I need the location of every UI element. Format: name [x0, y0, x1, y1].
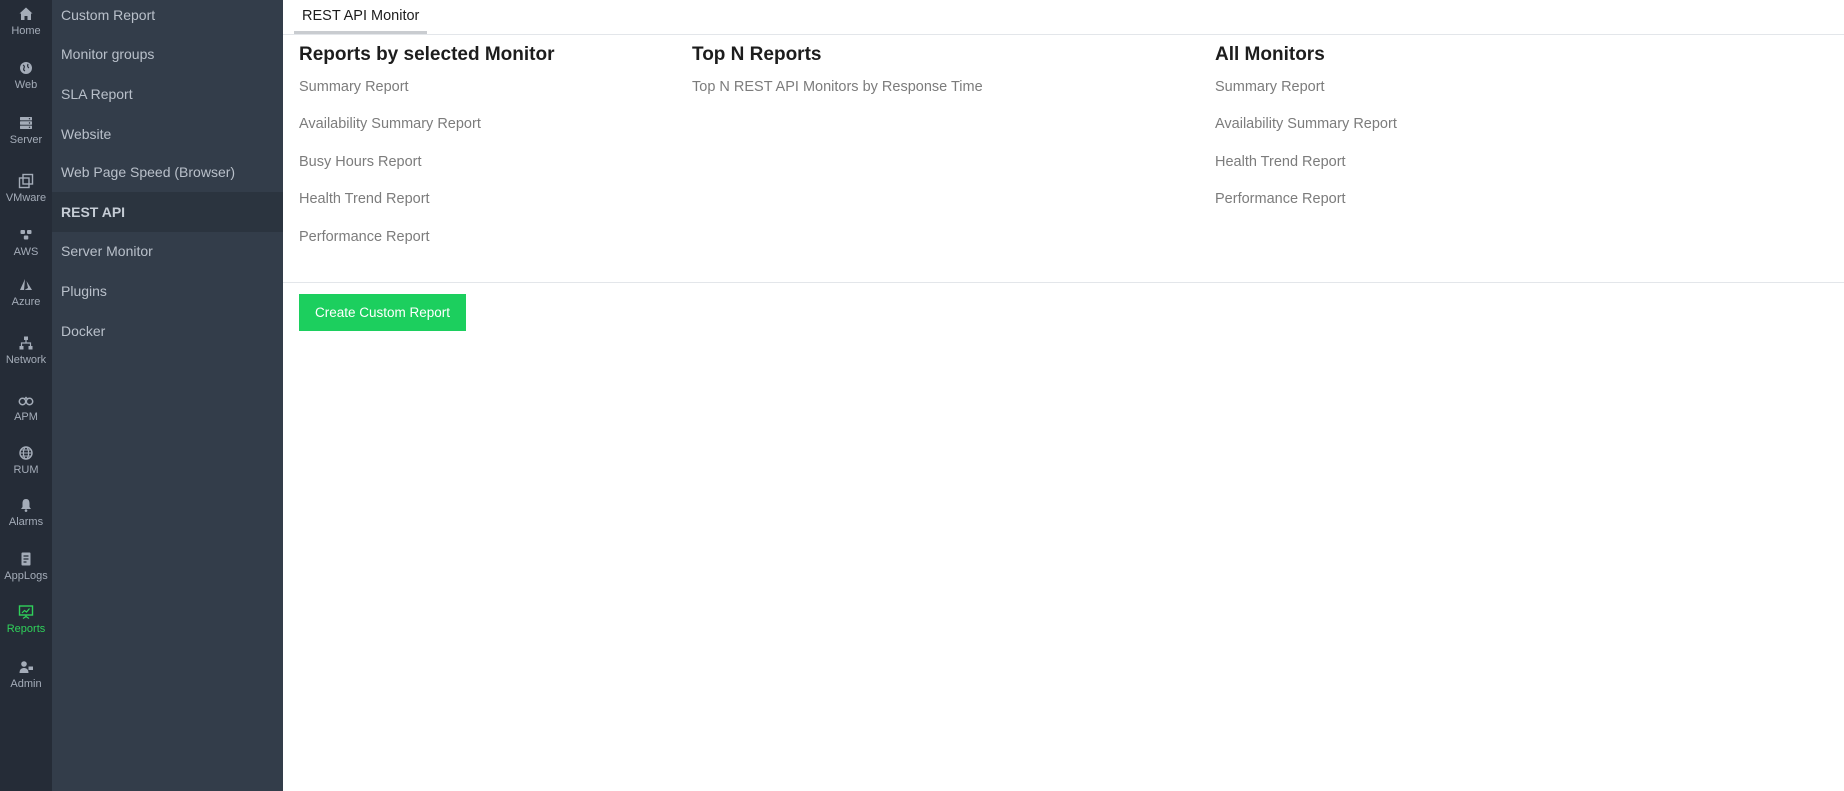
- subnav-item-label: Monitor groups: [61, 46, 155, 62]
- all-report-link-summary[interactable]: Summary Report: [1215, 79, 1325, 95]
- report-link-top-n-response-time[interactable]: Top N REST API Monitors by Response Time: [692, 79, 983, 95]
- network-icon: [19, 336, 33, 350]
- section-divider: [283, 282, 1844, 283]
- rail-item-web[interactable]: Web: [0, 60, 52, 91]
- rail-label: Server: [9, 134, 43, 146]
- home-icon: [19, 7, 33, 20]
- subnav-item-docker[interactable]: Docker: [52, 311, 283, 351]
- rail-item-azure[interactable]: Azure: [0, 277, 52, 308]
- tab-rest-api-monitor[interactable]: REST API Monitor: [294, 0, 428, 34]
- subnav-item-website[interactable]: Website: [52, 114, 283, 154]
- rail-label: Alarms: [8, 516, 44, 528]
- main-content: REST API Monitor Reports by selected Mon…: [283, 0, 1844, 791]
- rail-item-home[interactable]: Home: [0, 6, 52, 37]
- rail-item-network[interactable]: Network: [0, 335, 52, 366]
- subnav-item-web-page-speed[interactable]: Web Page Speed (Browser): [52, 152, 283, 192]
- tab-bar: REST API Monitor: [283, 0, 1844, 35]
- report-link-busy-hours[interactable]: Busy Hours Report: [299, 154, 422, 170]
- rail-item-aws[interactable]: AWS: [0, 227, 52, 258]
- rail-item-alarms[interactable]: Alarms: [0, 497, 52, 528]
- subnav-item-label: Plugins: [61, 283, 107, 299]
- report-link-health-trend[interactable]: Health Trend Report: [299, 191, 430, 207]
- icon-rail: Home Web Server VMware AWS Azure Network: [0, 0, 52, 791]
- section-all-monitors: All Monitors Summary Report Availability…: [1215, 44, 1397, 207]
- subnav-item-server-monitor[interactable]: Server Monitor: [52, 231, 283, 271]
- rail-item-applogs[interactable]: AppLogs: [0, 551, 52, 582]
- subnav-item-label: Server Monitor: [61, 243, 153, 259]
- rail-label: Admin: [10, 678, 42, 690]
- binoculars-icon: [18, 396, 34, 406]
- reports-subnav: Custom Report Monitor groups SLA Report …: [52, 0, 283, 791]
- subnav-item-rest-api[interactable]: REST API: [52, 192, 283, 232]
- subnav-item-label: REST API: [61, 204, 126, 220]
- subnav-item-monitor-groups[interactable]: Monitor groups: [52, 34, 283, 74]
- section-top-n-reports: Top N Reports Top N REST API Monitors by…: [692, 44, 983, 95]
- subnav-item-label: Website: [61, 126, 112, 142]
- rail-label: RUM: [13, 464, 39, 476]
- rail-label: Network: [5, 354, 47, 366]
- section-title: All Monitors: [1215, 44, 1325, 65]
- globe-icon: [20, 62, 32, 74]
- section-title: Reports by selected Monitor: [299, 44, 555, 65]
- create-custom-report-button[interactable]: Create Custom Report: [299, 294, 466, 331]
- azure-icon: [20, 279, 32, 290]
- subnav-item-custom-report[interactable]: Custom Report: [52, 0, 283, 35]
- subnav-item-label: Custom Report: [61, 7, 156, 23]
- section-title: Top N Reports: [692, 44, 822, 65]
- rail-item-apm[interactable]: APM: [0, 392, 52, 423]
- applogs-icon: [21, 552, 31, 566]
- rum-globe-icon: [19, 446, 33, 460]
- all-report-link-health-trend[interactable]: Health Trend Report: [1215, 154, 1346, 170]
- reports-icon: [18, 605, 34, 619]
- rail-label: AppLogs: [4, 570, 48, 582]
- tab-label: REST API Monitor: [302, 7, 420, 24]
- all-report-link-performance[interactable]: Performance Report: [1215, 191, 1346, 207]
- rail-label: VMware: [5, 192, 47, 204]
- rail-label: Reports: [6, 623, 46, 635]
- server-icon: [20, 117, 32, 129]
- rail-item-vmware[interactable]: VMware: [0, 173, 52, 204]
- rail-label: Azure: [11, 296, 41, 308]
- rail-item-admin[interactable]: Admin: [0, 659, 52, 690]
- rail-item-reports[interactable]: Reports: [0, 604, 52, 635]
- subnav-item-sla-report[interactable]: SLA Report: [52, 74, 283, 114]
- subnav-item-label: Docker: [61, 323, 106, 339]
- rail-label: Home: [11, 25, 41, 37]
- report-link-summary[interactable]: Summary Report: [299, 79, 409, 95]
- rail-label: AWS: [13, 246, 39, 258]
- all-report-link-availability-summary[interactable]: Availability Summary Report: [1215, 116, 1397, 132]
- app-root: Home Web Server VMware AWS Azure Network: [0, 0, 1844, 791]
- report-link-performance[interactable]: Performance Report: [299, 229, 430, 245]
- section-reports-by-selected-monitor: Reports by selected Monitor Summary Repo…: [299, 44, 555, 245]
- subnav-item-label: SLA Report: [61, 86, 133, 102]
- rail-item-server[interactable]: Server: [0, 115, 52, 146]
- rail-label: APM: [14, 411, 38, 423]
- subnav-item-plugins[interactable]: Plugins: [52, 271, 283, 311]
- aws-icon: [20, 230, 32, 240]
- admin-icon: [19, 661, 33, 673]
- report-link-availability-summary[interactable]: Availability Summary Report: [299, 116, 481, 132]
- subnav-item-label: Web Page Speed (Browser): [61, 164, 236, 180]
- bell-icon: [21, 499, 31, 512]
- rail-label: Web: [14, 79, 38, 91]
- vmware-icon: [18, 173, 34, 189]
- rail-item-rum[interactable]: RUM: [0, 445, 52, 476]
